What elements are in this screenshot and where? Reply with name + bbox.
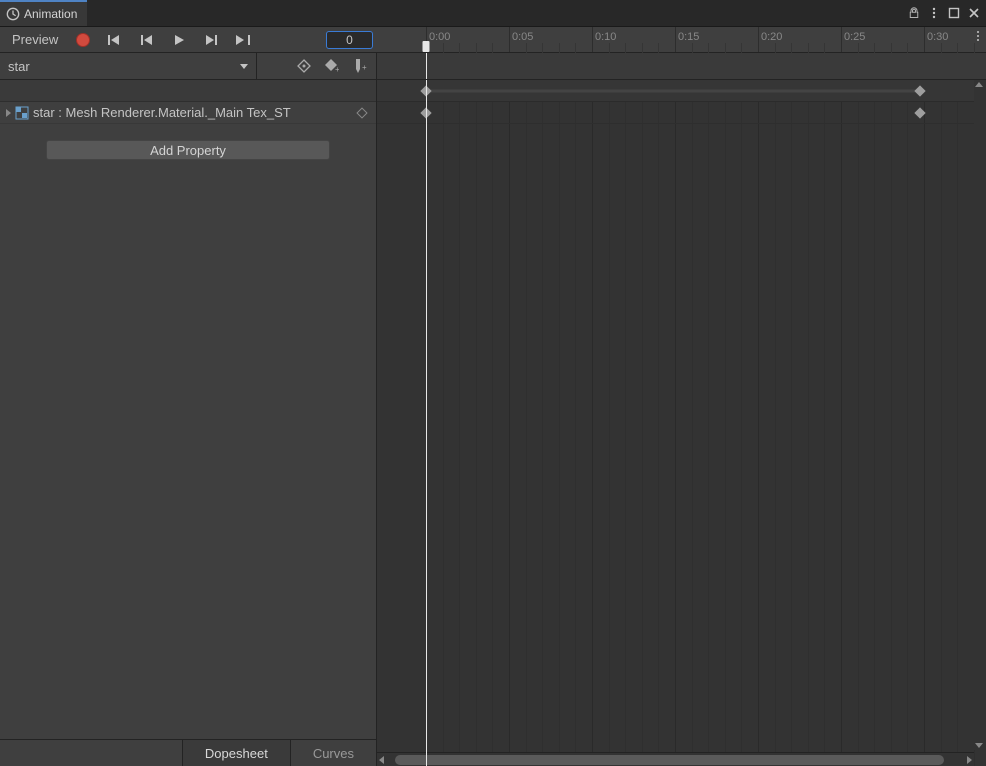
scroll-right-icon[interactable] bbox=[967, 756, 972, 764]
current-frame-input[interactable] bbox=[326, 31, 373, 49]
lock-icon[interactable] bbox=[905, 4, 923, 22]
ruler-label: 0:10 bbox=[595, 31, 616, 43]
record-button[interactable] bbox=[68, 30, 98, 50]
keyframe-indicator-icon[interactable] bbox=[356, 107, 367, 118]
chevron-down-icon bbox=[240, 64, 248, 69]
scroll-down-icon[interactable] bbox=[975, 743, 983, 748]
clip-dropdown[interactable]: star bbox=[0, 53, 257, 79]
preview-button[interactable]: Preview bbox=[4, 30, 66, 50]
dopesheet-summary-row[interactable] bbox=[377, 80, 986, 102]
curves-tab[interactable]: Curves bbox=[290, 740, 376, 766]
ruler-label: 0:25 bbox=[844, 31, 865, 43]
animation-tab[interactable]: Animation bbox=[0, 0, 87, 26]
property-row[interactable]: star : Mesh Renderer.Material._Main Tex_… bbox=[0, 102, 376, 124]
ruler-label: 0:30 bbox=[927, 31, 948, 43]
event-track[interactable] bbox=[377, 53, 986, 79]
vertical-scrollbar[interactable] bbox=[974, 80, 986, 750]
timeline-ruler[interactable]: 0:00 0:05 0:10 0:15 0:20 0:25 0:30 bbox=[377, 27, 986, 52]
property-panel: star : Mesh Renderer.Material._Main Tex_… bbox=[0, 80, 377, 766]
add-property-button[interactable]: Add Property bbox=[46, 140, 330, 160]
prev-keyframe-button[interactable] bbox=[132, 30, 162, 50]
maximize-icon[interactable] bbox=[945, 4, 963, 22]
ruler-label: 0:05 bbox=[512, 31, 533, 43]
clock-icon bbox=[6, 7, 20, 21]
property-label: star : Mesh Renderer.Material._Main Tex_… bbox=[33, 105, 354, 120]
clip-name: star bbox=[8, 59, 30, 74]
scroll-left-icon[interactable] bbox=[379, 756, 384, 764]
dopesheet-property-row[interactable] bbox=[377, 102, 986, 124]
horizontal-scrollbar[interactable] bbox=[377, 752, 974, 766]
record-icon bbox=[76, 33, 90, 47]
playhead-scrubber[interactable] bbox=[423, 41, 430, 52]
tab-title: Animation bbox=[24, 7, 77, 21]
svg-text:+: + bbox=[362, 63, 367, 72]
ruler-label: 0:20 bbox=[761, 31, 782, 43]
clip-row: star + + bbox=[0, 53, 986, 80]
dopesheet-area[interactable] bbox=[377, 80, 986, 766]
first-frame-button[interactable] bbox=[100, 30, 130, 50]
filter-by-selection-button[interactable] bbox=[294, 56, 314, 76]
ruler-label: 0:00 bbox=[429, 31, 450, 43]
timeline-options-icon[interactable] bbox=[972, 31, 984, 41]
add-event-button[interactable]: + bbox=[350, 56, 370, 76]
ruler-label: 0:15 bbox=[678, 31, 699, 43]
toolbar: Preview 0:00 0:05 0:10 0:15 0:20 0:25 0:30 bbox=[0, 27, 986, 53]
keyframe-icon[interactable] bbox=[914, 107, 925, 118]
tab-bar: Animation bbox=[0, 0, 986, 27]
expand-arrow-icon[interactable] bbox=[6, 109, 11, 117]
last-frame-button[interactable] bbox=[228, 30, 258, 50]
context-menu-icon[interactable] bbox=[925, 4, 943, 22]
scroll-up-icon[interactable] bbox=[975, 82, 983, 87]
add-keyframe-button[interactable]: + bbox=[322, 56, 342, 76]
dopesheet-tab[interactable]: Dopesheet bbox=[182, 740, 290, 766]
close-icon[interactable] bbox=[965, 4, 983, 22]
material-icon bbox=[15, 106, 29, 120]
svg-text:+: + bbox=[335, 65, 339, 73]
next-keyframe-button[interactable] bbox=[196, 30, 226, 50]
play-button[interactable] bbox=[164, 30, 194, 50]
summary-row-spacer bbox=[0, 80, 376, 102]
keyframe-icon[interactable] bbox=[914, 85, 925, 96]
scroll-thumb[interactable] bbox=[395, 755, 944, 765]
